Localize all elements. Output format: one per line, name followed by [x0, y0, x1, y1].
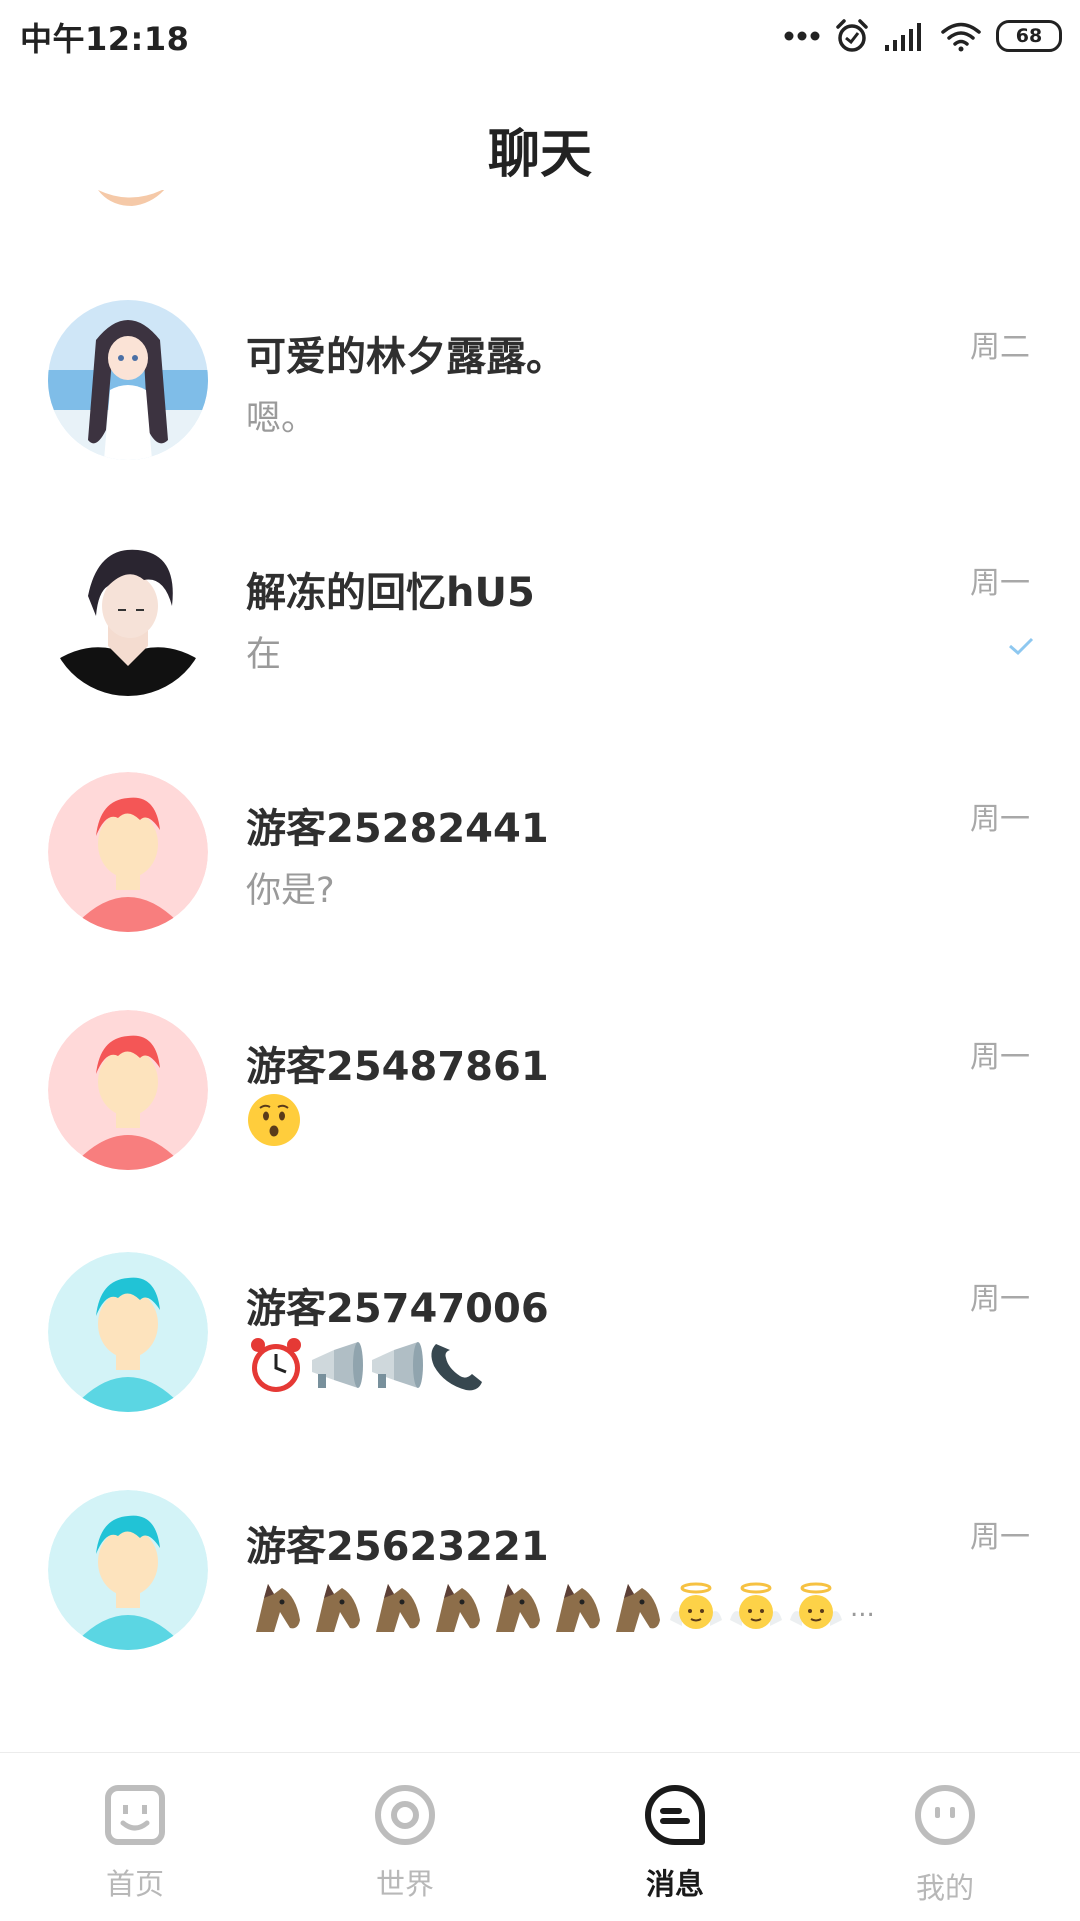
alarm-icon — [836, 19, 868, 52]
chat-time: 周一 — [970, 566, 1030, 601]
battery-indicator: 68 — [996, 20, 1062, 52]
alarm-clock-emoji — [251, 1338, 301, 1392]
check-icon — [1009, 637, 1034, 656]
tab-profile[interactable]: 我的 — [810, 1753, 1080, 1921]
default-avatar-red — [48, 772, 208, 932]
baby-angel-emoji — [730, 1582, 782, 1629]
chat-list[interactable]: 可爱的林夕露露。 嗯。 周二 解冻的回忆hU5 在 周一 游客25282441 … — [0, 190, 1080, 1750]
signal-icon — [885, 23, 921, 51]
megaphone-emoji — [372, 1342, 423, 1388]
world-circle-icon — [375, 1785, 435, 1845]
chat-preview-emoji: ... — [246, 1580, 875, 1636]
chat-row[interactable]: 游客25747006 周一 — [0, 1252, 1080, 1488]
chat-name: 游客25282441 — [246, 806, 549, 852]
tab-label: 首页 — [105, 1867, 164, 1901]
tab-label: 消息 — [645, 1867, 704, 1901]
chat-time: 周一 — [970, 802, 1030, 837]
message-bubble-icon — [645, 1785, 705, 1845]
partial-avatar — [98, 190, 165, 206]
profile-face-icon — [915, 1785, 975, 1845]
baby-angel-emoji — [790, 1582, 842, 1629]
telephone-receiver-emoji — [431, 1344, 482, 1391]
hushed-face-emoji — [248, 1094, 300, 1146]
horse-face-emoji — [316, 1584, 360, 1632]
horse-face-emoji — [436, 1584, 480, 1632]
chat-preview: 在 — [246, 635, 282, 675]
tab-label: 世界 — [375, 1867, 434, 1901]
chat-preview: 嗯。 — [246, 399, 317, 439]
chat-row[interactable]: 游客25487861 周一 — [0, 1010, 1080, 1246]
status-icons: 68 — [784, 14, 1062, 58]
chat-row[interactable]: 游客25282441 你是? 周一 — [0, 772, 1080, 1008]
page-title: 聊天 — [487, 125, 592, 185]
default-avatar-cyan — [48, 1490, 208, 1650]
chat-preview-emoji — [246, 1336, 486, 1396]
chat-time: 周一 — [970, 1040, 1030, 1075]
chat-name: 可爱的林夕露露。 — [246, 334, 566, 380]
wifi-icon — [941, 22, 981, 52]
chat-name: 解冻的回忆hU5 — [246, 570, 535, 616]
horse-face-emoji — [376, 1584, 420, 1632]
status-bar: 中午12:18 68 — [0, 0, 1080, 72]
anime-girl-avatar — [48, 300, 208, 460]
default-avatar-red — [48, 1010, 208, 1170]
chat-preview: 你是? — [246, 871, 335, 911]
chat-name: 游客25747006 — [246, 1286, 549, 1332]
horse-face-emoji — [256, 1584, 300, 1632]
horse-face-emoji — [556, 1584, 600, 1632]
tab-label: 我的 — [915, 1871, 974, 1905]
chat-row[interactable]: 可爱的林夕露露。 嗯。 周二 — [0, 300, 1080, 536]
chat-name: 游客25623221 — [246, 1524, 549, 1570]
home-face-icon — [105, 1785, 165, 1845]
status-time: 中午12:18 — [20, 20, 190, 58]
tab-messages[interactable]: 消息 — [540, 1753, 810, 1921]
chat-row[interactable]: 游客25623221 ... 周一 — [0, 1490, 1080, 1726]
bottom-nav: 首页 世界 消息 我的 — [0, 1752, 1080, 1921]
megaphone-emoji — [312, 1342, 363, 1388]
chat-preview-emoji — [246, 1092, 302, 1148]
baby-angel-emoji — [670, 1582, 722, 1629]
tab-world[interactable]: 世界 — [270, 1753, 540, 1921]
horse-face-emoji — [616, 1584, 660, 1632]
preview-ellipsis: ... — [850, 1593, 875, 1623]
chat-time: 周一 — [970, 1520, 1030, 1555]
chat-row[interactable]: 解冻的回忆hU5 在 周一 — [0, 536, 1080, 772]
chat-time: 周一 — [970, 1282, 1030, 1317]
more-dots-icon — [784, 31, 820, 41]
tab-home[interactable]: 首页 — [0, 1753, 270, 1921]
default-avatar-cyan — [48, 1252, 208, 1412]
chat-name: 游客25487861 — [246, 1044, 549, 1090]
chat-time: 周二 — [970, 330, 1030, 365]
horse-face-emoji — [496, 1584, 540, 1632]
anime-boy-avatar — [48, 536, 208, 696]
